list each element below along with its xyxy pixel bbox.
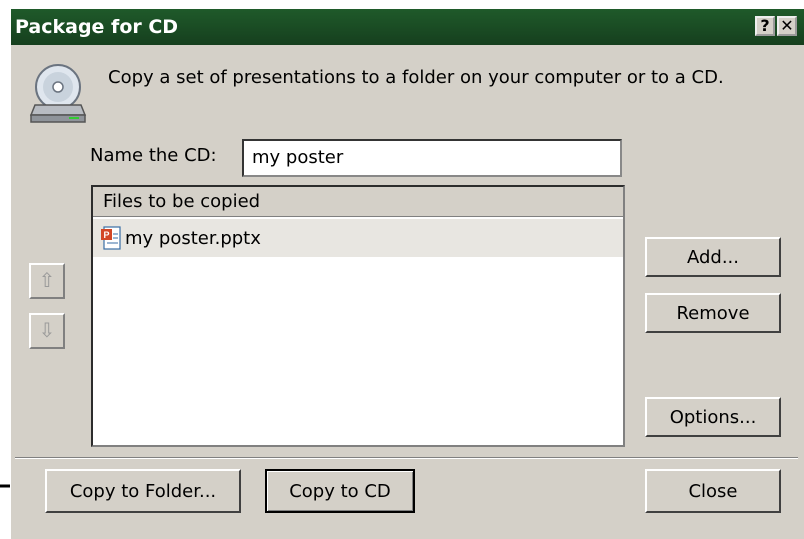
pptx-file-icon: P	[101, 226, 121, 250]
files-list[interactable]: Files to be copied P my poster.pptx	[91, 185, 625, 447]
add-button[interactable]: Add...	[645, 237, 781, 277]
copy-to-cd-button[interactable]: Copy to CD	[265, 469, 415, 513]
remove-button[interactable]: Remove	[645, 293, 781, 333]
list-item[interactable]: P my poster.pptx	[93, 219, 623, 257]
move-down-button[interactable]: ⇩	[29, 313, 65, 349]
package-for-cd-dialog: Package for CD ? ✕ Copy a set of present…	[10, 8, 804, 539]
move-up-button[interactable]: ⇧	[29, 263, 65, 299]
intro-text: Copy a set of presentations to a folder …	[108, 67, 724, 88]
title-bar: Package for CD ? ✕	[11, 9, 804, 45]
copy-to-folder-button[interactable]: Copy to Folder...	[45, 469, 241, 513]
options-button[interactable]: Options...	[645, 397, 781, 437]
svg-text:P: P	[103, 230, 109, 240]
cd-drive-icon	[29, 64, 87, 123]
divider	[15, 457, 798, 459]
cd-name-label: Name the CD:	[90, 145, 217, 166]
files-list-header: Files to be copied	[93, 187, 623, 217]
dialog-title: Package for CD	[15, 16, 179, 38]
cd-name-input[interactable]: my poster	[242, 139, 622, 177]
arrow-down-icon: ⇩	[38, 318, 56, 342]
help-button[interactable]: ?	[755, 16, 775, 36]
arrow-up-icon: ⇧	[38, 268, 56, 292]
close-window-button[interactable]: ✕	[777, 16, 797, 36]
file-name: my poster.pptx	[125, 227, 261, 249]
close-button[interactable]: Close	[645, 469, 781, 513]
